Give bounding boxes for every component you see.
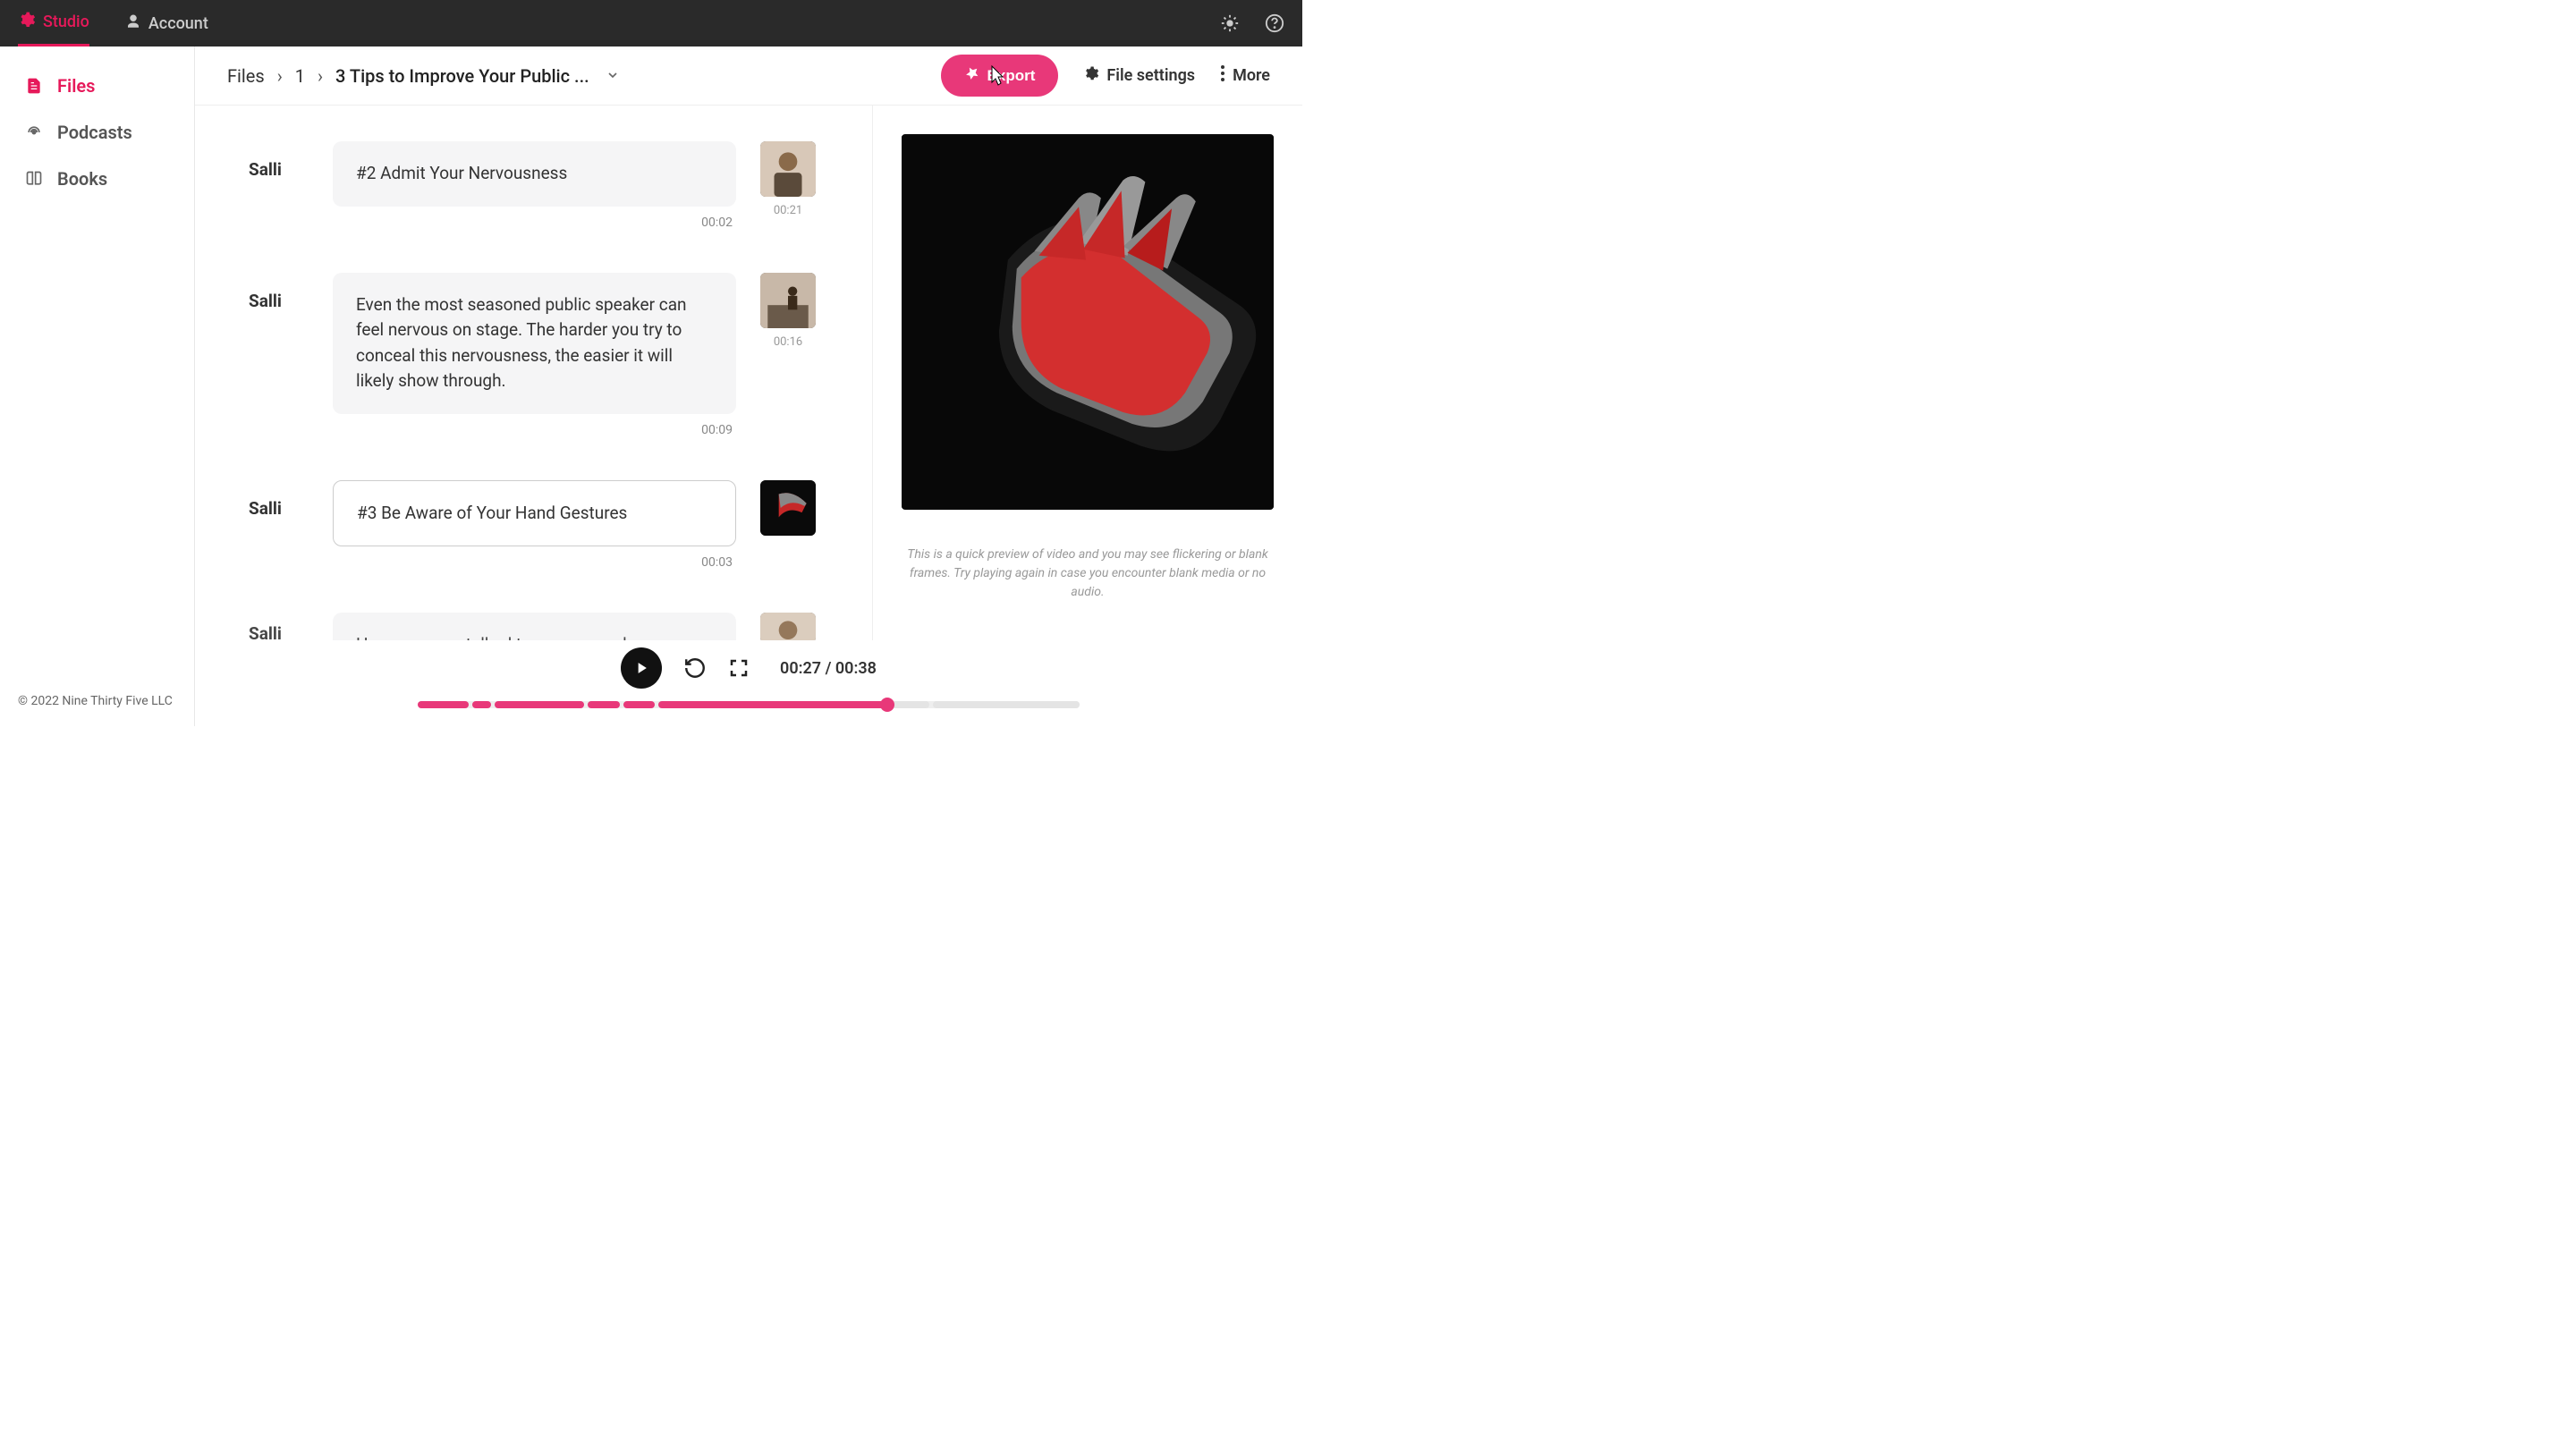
transcript-block: Salli Even the most seasoned public spea… bbox=[249, 273, 818, 437]
breadcrumb-root[interactable]: Files bbox=[227, 65, 265, 87]
player-controls: 00:27 / 00:38 bbox=[621, 647, 877, 689]
time-total: 00:38 bbox=[835, 659, 877, 678]
help-icon[interactable] bbox=[1265, 13, 1284, 33]
time-display: 00:27 / 00:38 bbox=[780, 659, 877, 678]
editor-column: Salli #2 Admit Your Nervousness 00:02 00… bbox=[195, 106, 873, 726]
breadcrumb-folder[interactable]: 1 bbox=[295, 65, 305, 87]
speaker-label[interactable]: Salli bbox=[249, 141, 311, 230]
play-button[interactable] bbox=[621, 647, 662, 689]
thumb-time: 00:21 bbox=[774, 204, 802, 217]
sidebar-item-files[interactable]: Files bbox=[0, 63, 194, 109]
chevron-right-icon: › bbox=[318, 65, 323, 87]
chevron-right-icon: › bbox=[277, 65, 283, 87]
fullscreen-button[interactable] bbox=[728, 657, 750, 679]
sidebar-item-label: Podcasts bbox=[57, 122, 132, 143]
sidebar-item-label: Books bbox=[57, 168, 107, 190]
sidebar-item-podcasts[interactable]: Podcasts bbox=[0, 109, 194, 156]
book-icon bbox=[25, 170, 45, 188]
block-text[interactable]: #3 Be Aware of Your Hand Gestures bbox=[333, 480, 736, 547]
chevron-down-icon[interactable] bbox=[606, 65, 620, 87]
file-icon bbox=[25, 76, 45, 96]
topbar: Files › 1 › 3 Tips to Improve Your Publi… bbox=[195, 47, 1302, 106]
file-settings-button[interactable]: File settings bbox=[1083, 65, 1195, 86]
gear-icon bbox=[18, 11, 36, 33]
content-split: Salli #2 Admit Your Nervousness 00:02 00… bbox=[195, 106, 1302, 726]
player: 00:27 / 00:38 bbox=[195, 640, 1302, 726]
block-thumbnail[interactable] bbox=[760, 613, 816, 643]
breadcrumb: Files › 1 › 3 Tips to Improve Your Publi… bbox=[227, 65, 620, 87]
transcript-block: Salli #2 Admit Your Nervousness 00:02 00… bbox=[249, 141, 818, 230]
theme-toggle-icon[interactable] bbox=[1220, 13, 1240, 33]
gear-icon bbox=[1083, 65, 1099, 86]
more-vertical-icon bbox=[1220, 65, 1225, 86]
more-button[interactable]: More bbox=[1220, 65, 1270, 86]
speaker-label[interactable]: Salli bbox=[249, 480, 311, 571]
footer-copyright: © 2022 Nine Thirty Five LLC bbox=[0, 676, 194, 726]
time-current: 00:27 bbox=[780, 659, 821, 678]
nav-tab-label: Account bbox=[148, 14, 208, 33]
progress-track[interactable] bbox=[418, 701, 1080, 708]
preview-image[interactable] bbox=[902, 134, 1274, 510]
block-thumbnail[interactable] bbox=[760, 480, 816, 536]
export-label: Export bbox=[987, 67, 1036, 85]
thumb-time: 00:16 bbox=[774, 335, 802, 349]
file-settings-label: File settings bbox=[1106, 66, 1195, 85]
replay-button[interactable] bbox=[683, 656, 707, 680]
sidebar-item-books[interactable]: Books bbox=[0, 156, 194, 202]
block-text[interactable]: #2 Admit Your Nervousness bbox=[333, 141, 736, 207]
block-text[interactable]: Even the most seasoned public speaker ca… bbox=[333, 273, 736, 414]
block-time: 00:02 bbox=[333, 216, 736, 230]
nav-tab-account[interactable]: Account bbox=[125, 0, 208, 47]
nav-right bbox=[1220, 13, 1284, 33]
file-title[interactable]: 3 Tips to Improve Your Public ... bbox=[335, 65, 589, 87]
export-button[interactable]: Export bbox=[941, 55, 1059, 97]
transcript-block: Salli #3 Be Aware of Your Hand Gestures … bbox=[249, 480, 818, 571]
block-thumbnail[interactable] bbox=[760, 273, 816, 328]
speaker-label[interactable]: Salli bbox=[249, 273, 311, 437]
block-thumbnail[interactable] bbox=[760, 141, 816, 197]
top-nav: Studio Account bbox=[0, 0, 1302, 47]
preview-note: This is a quick preview of video and you… bbox=[902, 546, 1274, 602]
podcast-icon bbox=[25, 123, 45, 142]
sidebar: Files Podcasts Books © 2022 Nine Thirty … bbox=[0, 47, 195, 726]
preview-column: This is a quick preview of video and you… bbox=[873, 106, 1302, 726]
rocket-icon bbox=[964, 65, 980, 86]
block-time: 00:09 bbox=[333, 423, 736, 437]
block-time: 00:03 bbox=[333, 555, 736, 570]
more-label: More bbox=[1233, 66, 1270, 85]
main-area: Files › 1 › 3 Tips to Improve Your Publi… bbox=[195, 47, 1302, 726]
nav-tab-label: Studio bbox=[43, 13, 89, 31]
user-icon bbox=[125, 13, 141, 34]
topbar-actions: Export File settings More bbox=[941, 55, 1270, 97]
nav-tab-studio[interactable]: Studio bbox=[18, 0, 89, 47]
sidebar-item-label: Files bbox=[57, 75, 95, 97]
progress-thumb[interactable] bbox=[880, 698, 894, 712]
